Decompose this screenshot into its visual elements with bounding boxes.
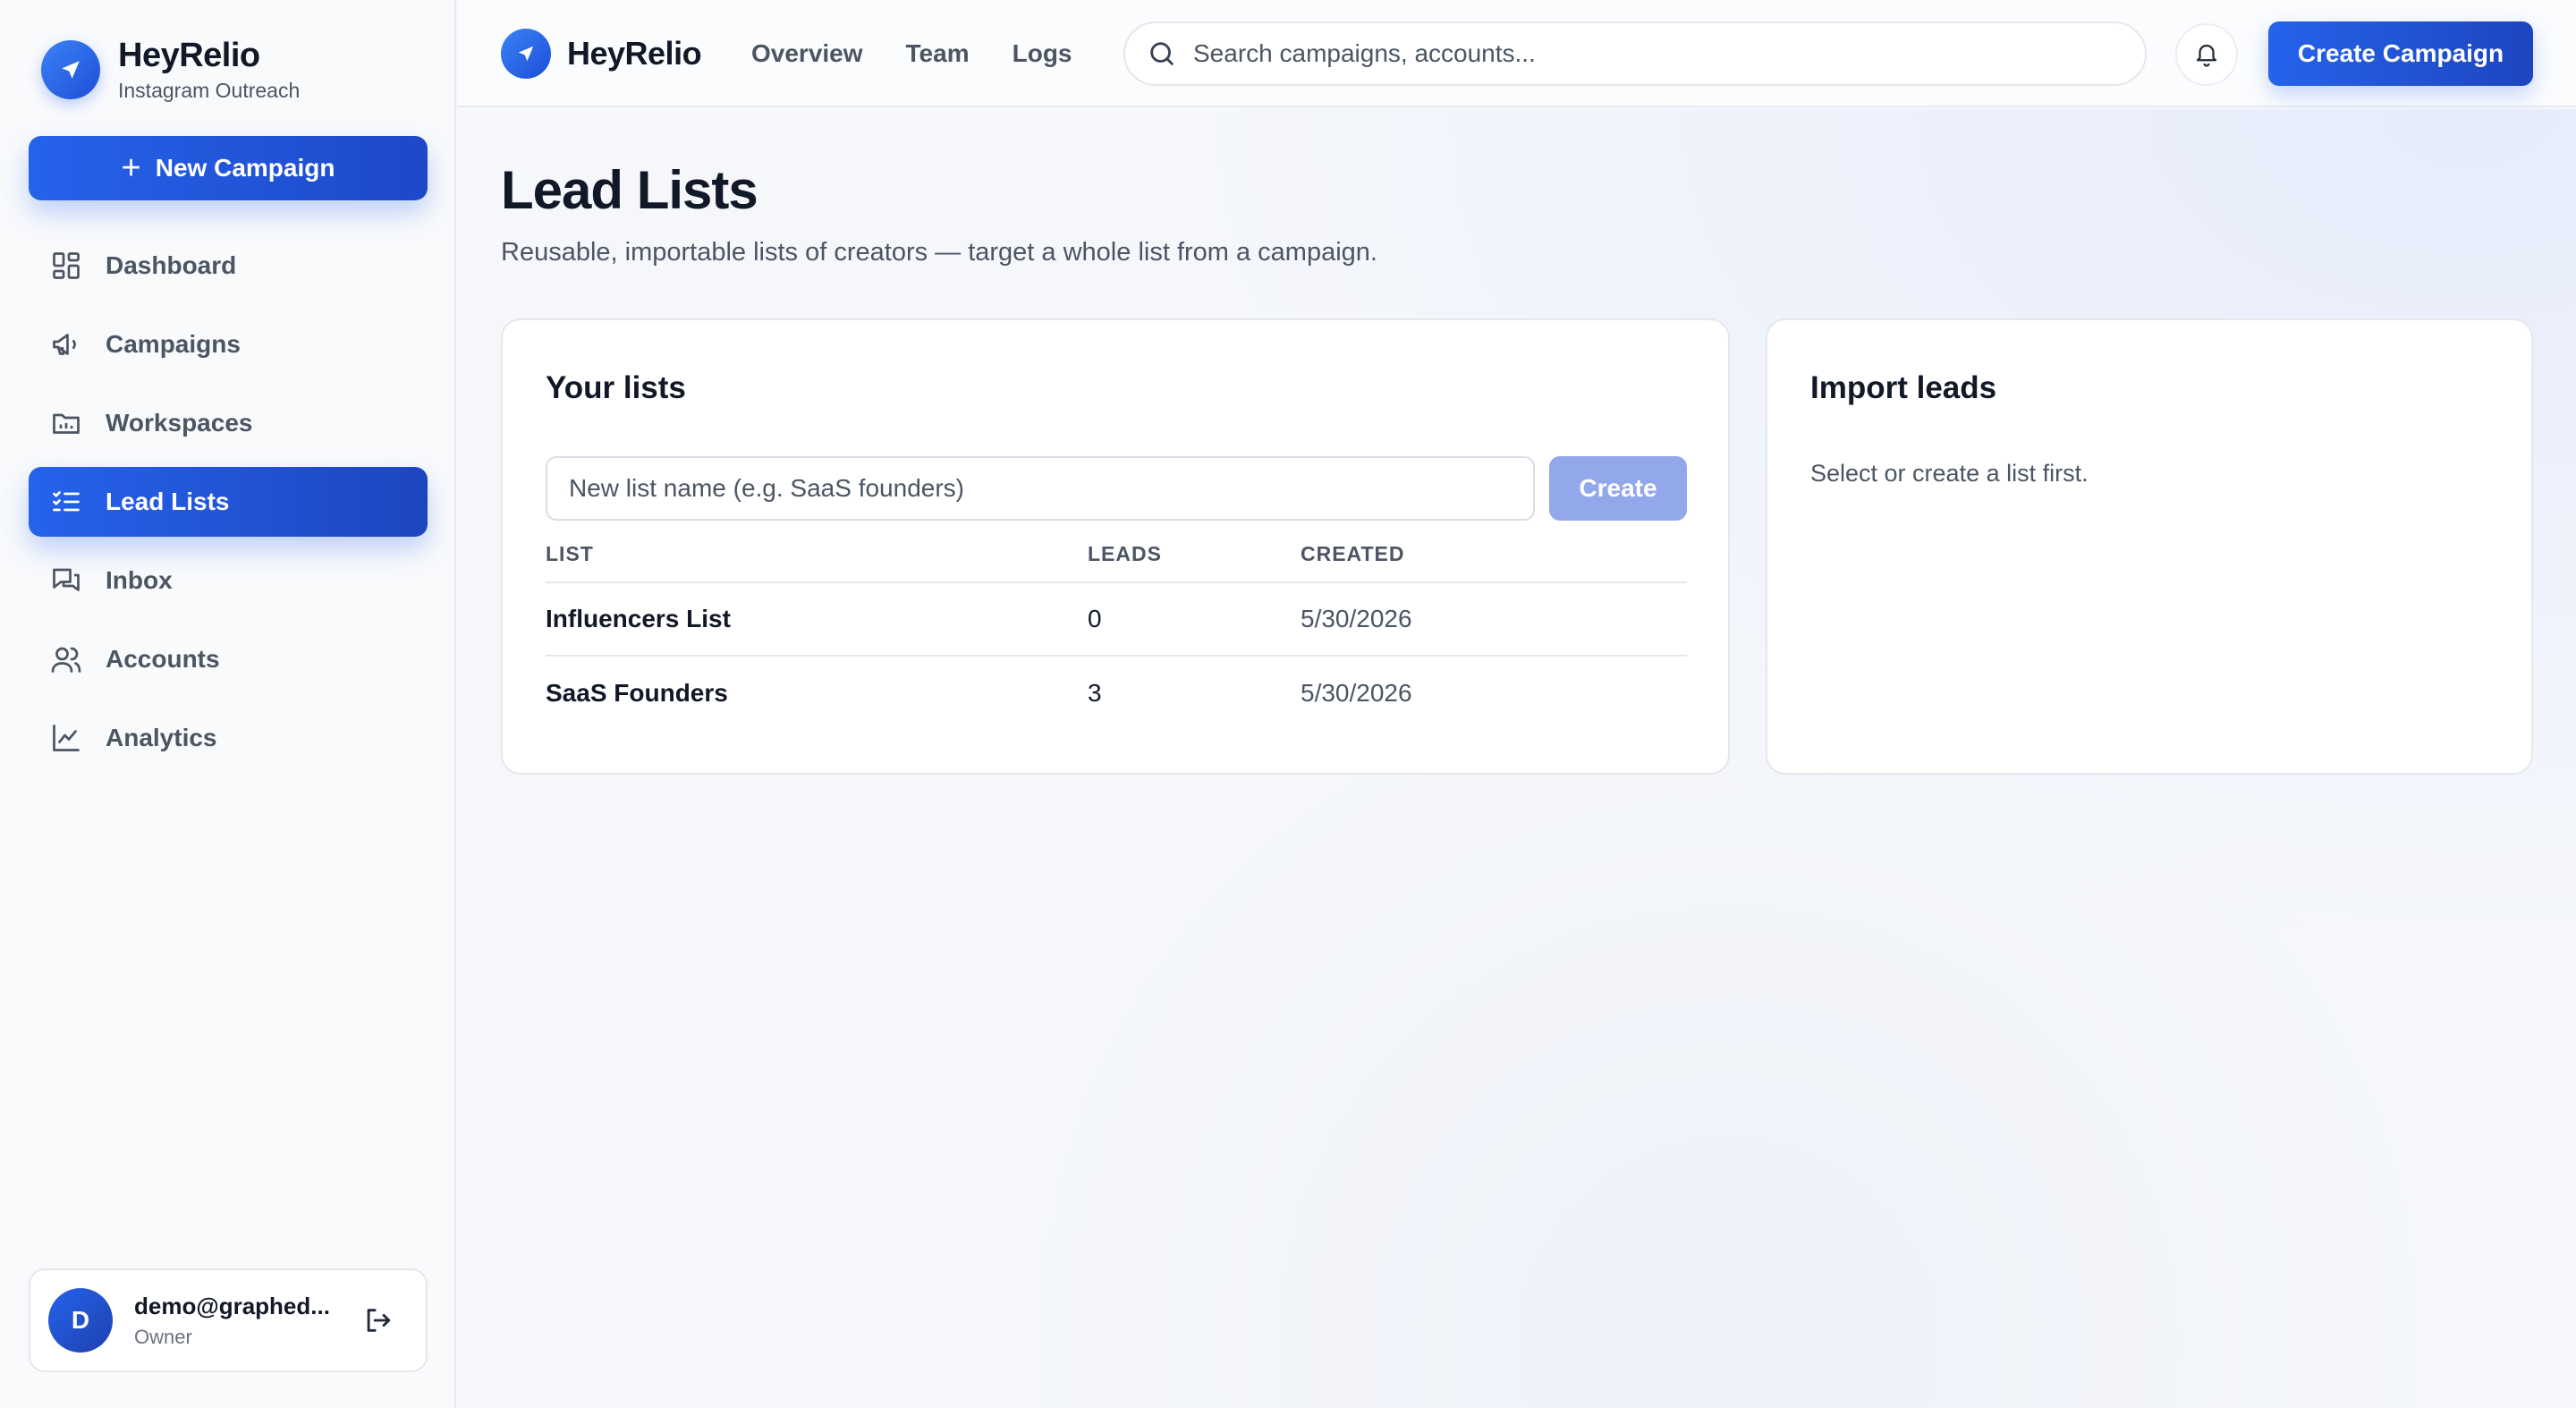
list-created: 5/30/2026 [1301, 605, 1412, 632]
topbar-nav: Overview Team Logs [751, 36, 1115, 72]
create-campaign-button[interactable]: Create Campaign [2268, 21, 2533, 86]
topbar-brand-name: HeyRelio [567, 35, 702, 72]
sidebar-item-dashboard[interactable]: Dashboard [29, 231, 428, 301]
sidebar-item-analytics[interactable]: Analytics [29, 703, 428, 773]
list-leads: 0 [1088, 605, 1102, 632]
sidebar-item-inbox[interactable]: Inbox [29, 546, 428, 615]
sidebar-item-label: Accounts [106, 645, 220, 673]
bell-icon [2196, 44, 2217, 67]
new-campaign-label: New Campaign [155, 154, 335, 182]
your-lists-card: Your lists Create LIST LEADS CREATED Inf… [501, 318, 1730, 775]
nav-link-team[interactable]: Team [906, 36, 970, 72]
new-list-name-input[interactable] [546, 456, 1535, 521]
list-name: SaaS Founders [546, 679, 728, 707]
plus-icon: + [121, 149, 141, 187]
chart-line-icon [53, 725, 80, 751]
search-icon [1150, 42, 1174, 65]
page-title: Lead Lists [501, 160, 758, 220]
sidebar-item-campaigns[interactable]: Campaigns [29, 310, 428, 379]
list-check-icon [53, 491, 80, 512]
table-row[interactable]: Influencers List 0 5/30/2026 [546, 583, 1687, 657]
sidebar-item-workspaces[interactable]: Workspaces [29, 388, 428, 458]
sidebar-item-label: Analytics [106, 724, 217, 751]
import-empty-message: Select or create a list first. [1810, 460, 2089, 487]
main-content: Lead Lists Reusable, importable lists of… [458, 109, 2576, 1408]
column-header-list: LIST [546, 542, 594, 565]
logout-icon[interactable] [360, 1302, 395, 1338]
chat-icon [53, 568, 80, 591]
column-header-leads: LEADS [1088, 542, 1162, 565]
new-campaign-button[interactable]: + New Campaign [29, 136, 428, 200]
sidebar-item-label: Inbox [106, 566, 173, 594]
sidebar-nav: Dashboard Campaigns Workspaces Lead List… [29, 231, 428, 782]
paper-plane-icon [41, 40, 100, 99]
topbar: HeyRelio Overview Team Logs Create Campa… [458, 0, 2576, 107]
nav-link-logs[interactable]: Logs [1013, 36, 1072, 72]
search-input[interactable] [1193, 39, 2088, 68]
sidebar-item-label: Dashboard [106, 251, 237, 279]
user-role: Owner [134, 1325, 192, 1348]
column-header-created: CREATED [1301, 542, 1405, 565]
list-name: Influencers List [546, 605, 731, 632]
dashboard-icon [53, 252, 80, 279]
import-leads-card: Import leads Select or create a list fir… [1766, 318, 2533, 775]
sidebar-item-accounts[interactable]: Accounts [29, 624, 428, 694]
folder-icon [53, 413, 80, 434]
list-leads: 3 [1088, 679, 1102, 707]
megaphone-icon [53, 334, 76, 355]
card-title: Import leads [1810, 370, 1997, 405]
nav-link-overview[interactable]: Overview [751, 36, 863, 72]
sidebar: HeyRelio Instagram Outreach + New Campai… [0, 0, 456, 1408]
avatar[interactable]: D [48, 1288, 113, 1353]
paper-plane-icon [501, 29, 551, 79]
topbar-brand[interactable]: HeyRelio [501, 29, 702, 79]
page-subtitle: Reusable, importable lists of creators —… [501, 238, 1377, 267]
sidebar-item-label: Campaigns [106, 330, 241, 358]
sidebar-item-label: Lead Lists [106, 488, 230, 515]
lists-table: LIST LEADS CREATED Influencers List 0 5/… [546, 542, 1687, 730]
user-email: demo@graphed... [134, 1292, 330, 1319]
table-row[interactable]: SaaS Founders 3 5/30/2026 [546, 657, 1687, 730]
card-title: Your lists [546, 370, 686, 405]
users-icon [51, 647, 81, 673]
search-bar[interactable] [1123, 21, 2147, 86]
sidebar-item-label: Workspaces [106, 409, 253, 437]
sidebar-item-lead-lists[interactable]: Lead Lists [29, 467, 428, 537]
notifications-button[interactable] [2175, 23, 2238, 86]
user-card: D demo@graphed... Owner [29, 1268, 428, 1372]
create-list-button[interactable]: Create [1549, 456, 1687, 521]
brand-subtitle: Instagram Outreach [118, 79, 301, 102]
brand-name: HeyRelio [118, 37, 260, 74]
table-header: LIST LEADS CREATED [546, 542, 1687, 583]
sidebar-brand[interactable]: HeyRelio Instagram Outreach [41, 36, 300, 104]
list-created: 5/30/2026 [1301, 679, 1412, 707]
